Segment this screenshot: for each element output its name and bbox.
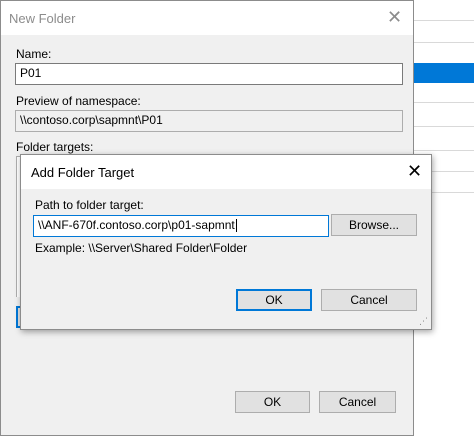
close-icon[interactable]: ✕	[407, 162, 422, 180]
path-value: \\ANF-670f.contoso.corp\p01-sapmnt	[38, 218, 235, 232]
text-cursor	[235, 219, 237, 233]
close-icon[interactable]: ✕	[387, 8, 402, 26]
folder-targets-label: Folder targets:	[16, 140, 94, 154]
cancel-button[interactable]: Cancel	[321, 289, 417, 311]
bg-divider	[411, 102, 474, 103]
add-target-titlebar[interactable]: Add Folder Target ✕	[21, 155, 431, 189]
cancel-button[interactable]: Cancel	[319, 391, 396, 413]
add-target-title: Add Folder Target	[31, 165, 135, 180]
ok-button[interactable]: OK	[235, 391, 310, 413]
ok-button[interactable]: OK	[236, 289, 312, 311]
new-folder-title: New Folder	[9, 11, 76, 26]
preview-label: Preview of namespace:	[16, 94, 141, 108]
path-input[interactable]: \\ANF-670f.contoso.corp\p01-sapmnt	[33, 215, 329, 237]
add-folder-target-dialog: Add Folder Target ✕ Path to folder targe…	[20, 154, 432, 330]
name-label: Name:	[16, 47, 52, 61]
browse-button[interactable]: Browse...	[331, 214, 417, 236]
bg-selected-row[interactable]	[411, 63, 474, 83]
path-label: Path to folder target:	[35, 198, 144, 212]
preview-field: \\contoso.corp\sapmnt\P01	[15, 110, 403, 132]
example-text: Example: \\Server\Shared Folder\Folder	[35, 241, 248, 255]
resize-grip-icon[interactable]: ⋰	[419, 317, 429, 327]
new-folder-titlebar[interactable]: New Folder ✕	[1, 1, 413, 35]
bg-divider	[411, 20, 474, 21]
name-input[interactable]: P01	[15, 63, 403, 85]
bg-divider	[411, 150, 474, 151]
bg-divider	[411, 126, 474, 127]
bg-divider	[411, 42, 474, 43]
